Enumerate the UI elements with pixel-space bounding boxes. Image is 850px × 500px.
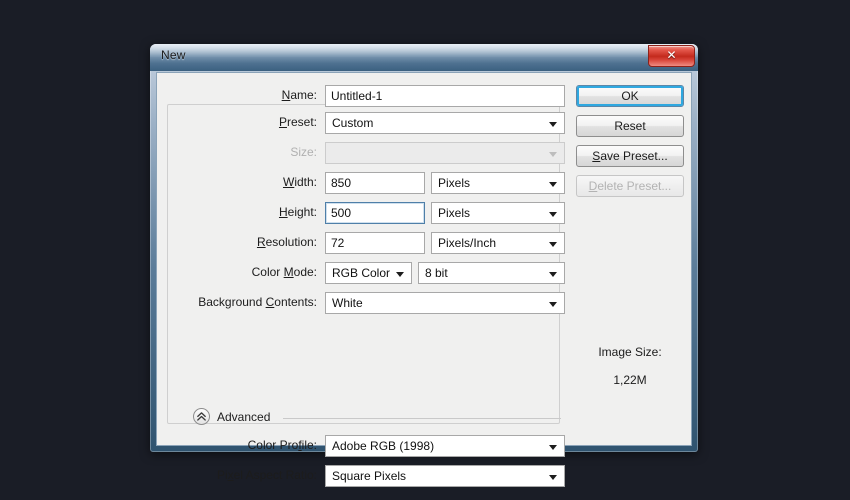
width-unit-select[interactable]: Pixels [431,172,565,194]
image-size-label: Image Size: [566,345,694,359]
size-select [325,142,565,164]
chevron-down-icon [549,302,557,307]
advanced-divider [283,418,561,419]
save-preset-button[interactable]: Save Preset... [576,145,684,167]
color-profile-value: Adobe RGB (1998) [332,439,434,453]
row-height: Height: 500 Pixels [157,202,557,224]
width-unit-value: Pixels [438,176,470,190]
name-label: Name: [157,88,317,102]
pixel-aspect-ratio-select[interactable]: Square Pixels [325,465,565,487]
row-background-contents: Background Contents: White [157,292,557,314]
background-contents-select[interactable]: White [325,292,565,314]
background-contents-value: White [332,296,363,310]
preset-label: Preset: [157,115,317,129]
ok-button[interactable]: OK [576,85,684,107]
width-input[interactable]: 850 [325,172,425,194]
row-resolution: Resolution: 72 Pixels/Inch [157,232,557,254]
advanced-section-header[interactable]: Advanced [193,406,561,428]
new-document-dialog: New Name: Untitled-1 Preset: Custom [150,44,698,452]
row-color-mode: Color Mode: RGB Color 8 bit [157,262,557,284]
image-size-info: Image Size: 1,22M [566,345,694,387]
row-size: Size: [157,142,557,164]
resolution-unit-value: Pixels/Inch [438,236,496,250]
color-mode-value: RGB Color [332,266,390,280]
chevron-down-icon [549,475,557,480]
chevron-down-icon [549,212,557,217]
resolution-label: Resolution: [157,235,317,249]
resolution-unit-select[interactable]: Pixels/Inch [431,232,565,254]
dialog-title-bar[interactable]: New [150,44,698,71]
resolution-input[interactable]: 72 [325,232,425,254]
chevron-down-icon [549,272,557,277]
preset-value: Custom [332,116,373,130]
window-title: New [161,48,186,62]
width-label: Width: [157,175,317,189]
title-bar-gloss [150,44,698,57]
close-icon[interactable] [648,45,695,67]
color-mode-label: Color Mode: [157,265,317,279]
name-input[interactable]: Untitled-1 [325,85,565,107]
color-profile-label: Color Profile: [157,438,317,452]
color-profile-select[interactable]: Adobe RGB (1998) [325,435,565,457]
chevron-down-icon [549,242,557,247]
height-unit-select[interactable]: Pixels [431,202,565,224]
advanced-label: Advanced [217,410,270,424]
size-label: Size: [157,145,317,159]
height-unit-value: Pixels [438,206,470,220]
chevron-down-icon [549,122,557,127]
bit-depth-select[interactable]: 8 bit [418,262,565,284]
image-size-value: 1,22M [566,373,694,387]
chevron-down-icon [549,182,557,187]
row-width: Width: 850 Pixels [157,172,557,194]
bit-depth-value: 8 bit [425,266,448,280]
chevron-down-icon [549,152,557,157]
delete-preset-button: Delete Preset... [576,175,684,197]
height-input[interactable]: 500 [325,202,425,224]
reset-button[interactable]: Reset [576,115,684,137]
pixel-aspect-ratio-label: Pixel Aspect Ratio: [157,468,317,482]
background-contents-label: Background Contents: [157,295,317,309]
pixel-aspect-ratio-value: Square Pixels [332,469,406,483]
chevron-down-icon [549,445,557,450]
color-mode-select[interactable]: RGB Color [325,262,412,284]
chevron-down-icon [396,272,404,277]
dialog-body: Name: Untitled-1 Preset: Custom Size: [156,72,692,446]
row-color-profile: Color Profile: Adobe RGB (1998) [157,435,557,457]
row-preset: Preset: Custom [157,112,557,134]
row-name: Name: Untitled-1 [157,85,557,107]
height-label: Height: [157,205,317,219]
preset-select[interactable]: Custom [325,112,565,134]
row-pixel-aspect-ratio: Pixel Aspect Ratio: Square Pixels [157,465,557,487]
chevron-double-up-icon[interactable] [193,408,210,425]
